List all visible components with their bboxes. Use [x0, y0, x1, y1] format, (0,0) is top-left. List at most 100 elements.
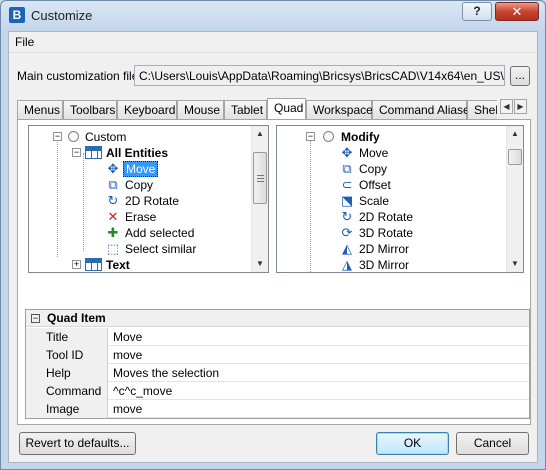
tree-item-label: Text: [106, 258, 130, 272]
collapse-icon[interactable]: −: [72, 148, 81, 157]
tab-scroll-right-icon[interactable]: ▶: [514, 99, 527, 114]
help-button[interactable]: ?: [462, 2, 492, 21]
property-name: Help: [26, 364, 108, 382]
property-row-title[interactable]: Title Move: [26, 328, 529, 346]
tree-item-add-selected[interactable]: ✚ Add selected: [29, 225, 253, 241]
tree-item-select-similar[interactable]: ⬚ Select similar: [29, 241, 253, 257]
tab-mouse[interactable]: Mouse: [177, 100, 224, 119]
tree-item-label: Move: [359, 146, 389, 160]
scroll-down-icon[interactable]: ▼: [252, 256, 268, 272]
tab-scroll-left-icon[interactable]: ◀: [500, 99, 513, 114]
properties-group-header[interactable]: − Quad Item: [26, 310, 529, 327]
tree-item-2d-rotate[interactable]: ↻ 2D Rotate: [277, 209, 507, 225]
tree-item-2d-mirror[interactable]: ◭ 2D Mirror: [277, 241, 507, 257]
tree-item-label: Erase: [125, 210, 157, 224]
tree-item-label: 3D Rotate: [359, 226, 414, 240]
property-row-image[interactable]: Image move: [26, 400, 529, 418]
menu-bar: File: [9, 32, 537, 53]
property-name: Tool ID: [26, 346, 108, 364]
tree-item-label: Copy: [359, 162, 388, 176]
tree-item-copy[interactable]: ⧉ Copy: [277, 161, 507, 177]
radio-icon: [68, 131, 79, 142]
tab-shell-commands[interactable]: Shell C: [467, 100, 497, 119]
tree-item-label: 2D Rotate: [359, 210, 414, 224]
quad-tree[interactable]: − Custom − All Entities ✥ Move ⧉ Copy ↻ …: [28, 125, 269, 273]
offset-icon: ⊂: [341, 177, 353, 192]
select-similar-icon: ⬚: [106, 241, 120, 256]
tab-command-aliases[interactable]: Command Aliases: [372, 100, 476, 119]
collapse-icon[interactable]: −: [53, 132, 62, 141]
collapse-icon[interactable]: −: [31, 314, 40, 323]
tab-strip: Menus Toolbars Keyboard Mouse Tablet Qua…: [17, 98, 497, 119]
tree-item-scale[interactable]: ⬔ Scale: [277, 193, 507, 209]
scroll-down-icon[interactable]: ▼: [507, 256, 523, 272]
tree-item-3d-mirror[interactable]: ◮ 3D Mirror: [277, 257, 507, 272]
table-icon: [85, 258, 102, 271]
tree-item-text[interactable]: + Text: [29, 257, 253, 272]
left-tree-scrollbar[interactable]: ▲ ▼: [251, 126, 268, 272]
scroll-up-icon[interactable]: ▲: [252, 126, 268, 142]
tree-item-all-entities[interactable]: − All Entities: [29, 145, 253, 161]
tab-quad[interactable]: Quad: [267, 98, 306, 119]
property-value[interactable]: move: [113, 402, 142, 416]
rotate-2d-icon: ↻: [341, 209, 353, 224]
property-value[interactable]: ^c^c_move: [113, 384, 172, 398]
scroll-thumb[interactable]: [508, 149, 522, 165]
main-file-path-field[interactable]: C:\Users\Louis\AppData\Roaming\Bricsys\B…: [134, 65, 505, 86]
tab-tablet[interactable]: Tablet: [224, 100, 267, 119]
tree-item-label: Move: [123, 161, 159, 177]
close-button[interactable]: ✕: [495, 2, 539, 21]
revert-to-defaults-button[interactable]: Revert to defaults...: [19, 432, 136, 455]
tree-item-label: Custom: [85, 130, 127, 144]
rotate-3d-icon: ⟳: [341, 225, 353, 240]
tree-item-label: Offset: [359, 178, 391, 192]
cancel-button[interactable]: Cancel: [456, 432, 529, 455]
tree-item-custom[interactable]: − Custom: [29, 129, 253, 145]
right-tree-scrollbar[interactable]: ▲ ▼: [506, 126, 523, 272]
property-value[interactable]: move: [113, 348, 142, 362]
copy-icon: ⧉: [108, 177, 118, 192]
menu-file[interactable]: File: [13, 35, 36, 49]
property-row-tool-id[interactable]: Tool ID move: [26, 346, 529, 364]
scroll-up-icon[interactable]: ▲: [507, 126, 523, 142]
property-row-command[interactable]: Command ^c^c_move: [26, 382, 529, 400]
property-name: Command: [26, 382, 108, 400]
tree-item-3d-rotate[interactable]: ⟳ 3D Rotate: [277, 225, 507, 241]
property-name: Title: [26, 328, 108, 346]
tree-item-offset[interactable]: ⊂ Offset: [277, 177, 507, 193]
tab-toolbars[interactable]: Toolbars: [63, 100, 117, 119]
property-value[interactable]: Moves the selection: [113, 366, 219, 380]
add-selected-icon: ✚: [107, 225, 119, 240]
tree-item-label: 2D Mirror: [359, 242, 409, 256]
tree-item-erase[interactable]: ✕ Erase: [29, 209, 253, 225]
expand-icon[interactable]: +: [72, 260, 81, 269]
scroll-thumb[interactable]: [253, 152, 267, 204]
properties-grid: − Quad Item Title Move Tool ID move Help…: [25, 309, 530, 419]
tab-workspace[interactable]: Workspace: [306, 100, 373, 119]
table-icon: [85, 146, 102, 159]
tree-item-move[interactable]: ✥ Move: [29, 161, 253, 177]
main-file-label: Main customization file:: [17, 69, 142, 83]
scale-icon: ⬔: [340, 193, 354, 208]
ok-button[interactable]: OK: [376, 432, 449, 455]
tree-item-copy[interactable]: ⧉ Copy: [29, 177, 253, 193]
grip-line: [257, 175, 264, 176]
browse-button[interactable]: ...: [510, 66, 530, 86]
property-row-help[interactable]: Help Moves the selection: [26, 364, 529, 382]
move-icon: ✥: [341, 145, 353, 160]
tree-item-2d-rotate[interactable]: ↻ 2D Rotate: [29, 193, 253, 209]
tree-item-modify[interactable]: − Modify: [277, 129, 507, 145]
title-bar[interactable]: B Customize ? ✕: [1, 1, 545, 31]
property-value[interactable]: Move: [113, 330, 142, 344]
property-name: Image: [26, 400, 108, 418]
tree-item-label: 3D Mirror: [359, 258, 409, 272]
collapse-icon[interactable]: −: [306, 132, 315, 141]
mirror-3d-icon: ◮: [342, 257, 352, 272]
tree-item-move[interactable]: ✥ Move: [277, 145, 507, 161]
mirror-2d-icon: ◭: [342, 241, 352, 256]
available-commands-tree[interactable]: − Modify ✥ Move ⧉ Copy ⊂ Offset ⬔ Scale …: [276, 125, 524, 273]
tab-keyboard[interactable]: Keyboard: [117, 100, 177, 119]
tree-item-label: Select similar: [125, 242, 197, 256]
tab-menus[interactable]: Menus: [17, 100, 63, 119]
customize-window: B Customize ? ✕ File Main customization …: [0, 0, 546, 470]
